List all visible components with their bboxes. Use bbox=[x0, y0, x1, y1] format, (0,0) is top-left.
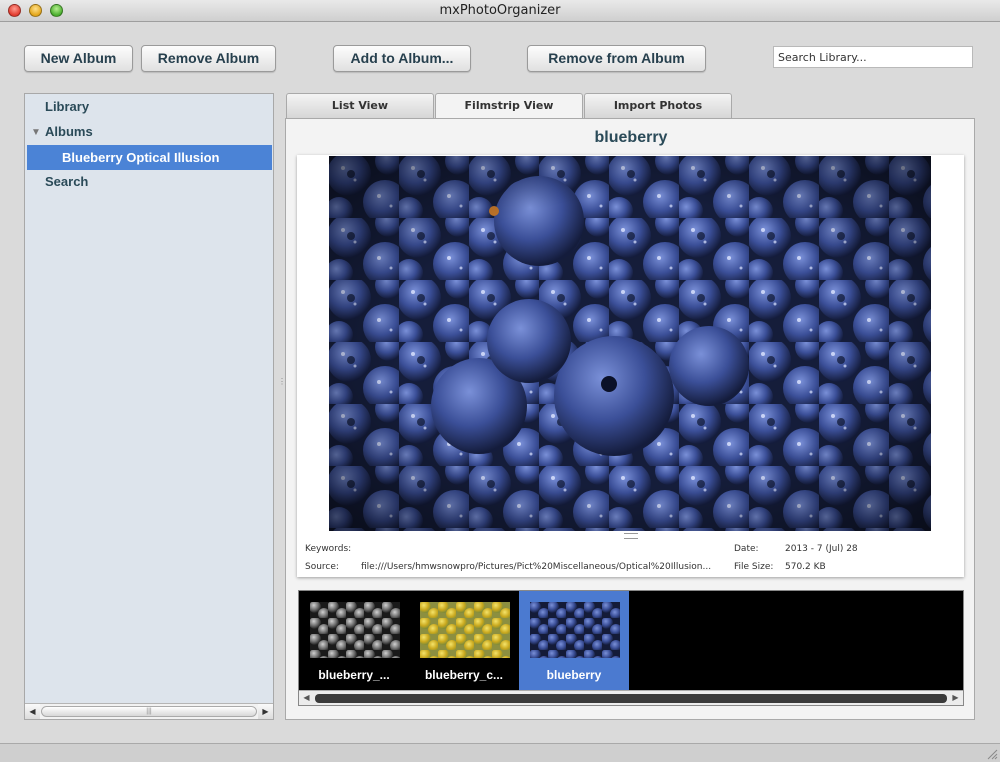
split-view-handle[interactable]: ⋮⋮ bbox=[278, 375, 294, 389]
window-title: mxPhotoOrganizer bbox=[439, 3, 561, 18]
filmstrip-item[interactable]: blueberry_c... bbox=[409, 591, 519, 691]
tab-import-photos[interactable]: Import Photos bbox=[584, 93, 732, 118]
sidebar-item-search[interactable]: Search bbox=[45, 170, 88, 194]
scroll-right-icon[interactable]: ▶ bbox=[948, 691, 963, 705]
thumbnail-grayscale-icon bbox=[310, 602, 400, 658]
close-window-button[interactable] bbox=[8, 4, 21, 17]
scroll-thumb[interactable]: ||| bbox=[41, 706, 257, 717]
title-bar: mxPhotoOrganizer bbox=[0, 0, 1000, 22]
source-value: file:///Users/hmwsnowpro/Pictures/Pict%2… bbox=[361, 562, 712, 572]
date-label: Date: bbox=[734, 544, 759, 554]
scroll-right-icon[interactable]: ▶ bbox=[258, 704, 273, 719]
scroll-track[interactable] bbox=[315, 694, 947, 703]
filesize-value: 570.2 KB bbox=[785, 562, 826, 572]
source-label: Source: bbox=[305, 562, 339, 572]
new-album-button[interactable]: New Album bbox=[24, 45, 133, 72]
tab-list-view[interactable]: List View bbox=[286, 93, 434, 118]
scroll-left-icon[interactable]: ◀ bbox=[299, 691, 314, 705]
zoom-window-button[interactable] bbox=[50, 4, 63, 17]
filesize-label: File Size: bbox=[734, 562, 774, 572]
filmstrip-label: blueberry_c... bbox=[424, 668, 504, 682]
disclosure-triangle-icon[interactable]: ▼ bbox=[31, 127, 41, 138]
thumbnail-yellow-icon bbox=[420, 602, 510, 658]
photo-title: blueberry bbox=[594, 129, 668, 146]
sidebar-horizontal-scrollbar[interactable]: ◀ ||| ▶ bbox=[25, 703, 273, 719]
filmstrip-label: blueberry_... bbox=[318, 668, 390, 682]
sidebar-item-library[interactable]: Library bbox=[45, 95, 89, 119]
filmstrip-scrollbar[interactable]: ◀ ▶ bbox=[299, 690, 963, 705]
filmstrip-label: blueberry bbox=[546, 668, 602, 682]
resize-grip-icon[interactable] bbox=[624, 533, 638, 539]
remove-album-button[interactable]: Remove Album bbox=[141, 45, 276, 72]
keywords-label: Keywords: bbox=[305, 544, 352, 554]
blueberry-image-icon bbox=[329, 156, 931, 531]
thumbnail-blue-icon bbox=[530, 602, 620, 658]
blueberry-photo bbox=[329, 156, 931, 531]
window-resize-icon[interactable] bbox=[986, 748, 998, 760]
sidebar-item-albums[interactable]: Albums bbox=[45, 120, 93, 144]
filmstrip-item[interactable]: blueberry_... bbox=[299, 591, 409, 691]
filmstrip-view-panel: blueberry Keywords: Source: file:///User… bbox=[285, 118, 975, 720]
tab-filmstrip-view[interactable]: Filmstrip View bbox=[435, 93, 583, 119]
remove-from-album-button[interactable]: Remove from Album bbox=[527, 45, 706, 72]
scroll-left-icon[interactable]: ◀ bbox=[25, 704, 40, 719]
date-value: 2013 - 7 (Jul) 28 bbox=[785, 544, 858, 554]
photo-card: Keywords: Source: file:///Users/hmwsnowp… bbox=[297, 155, 964, 577]
sidebar: Library ▼ Albums Blueberry Optical Illus… bbox=[24, 93, 274, 720]
add-to-album-button[interactable]: Add to Album... bbox=[333, 45, 471, 72]
sidebar-item-blueberry-album[interactable]: Blueberry Optical Illusion bbox=[27, 145, 272, 170]
status-bar bbox=[0, 743, 1000, 762]
minimize-window-button[interactable] bbox=[29, 4, 42, 17]
filmstrip: blueberry_... blueberry_c... blueberry ◀… bbox=[298, 590, 964, 706]
search-library-input[interactable] bbox=[773, 46, 973, 68]
filmstrip-item-selected[interactable]: blueberry bbox=[519, 591, 629, 691]
